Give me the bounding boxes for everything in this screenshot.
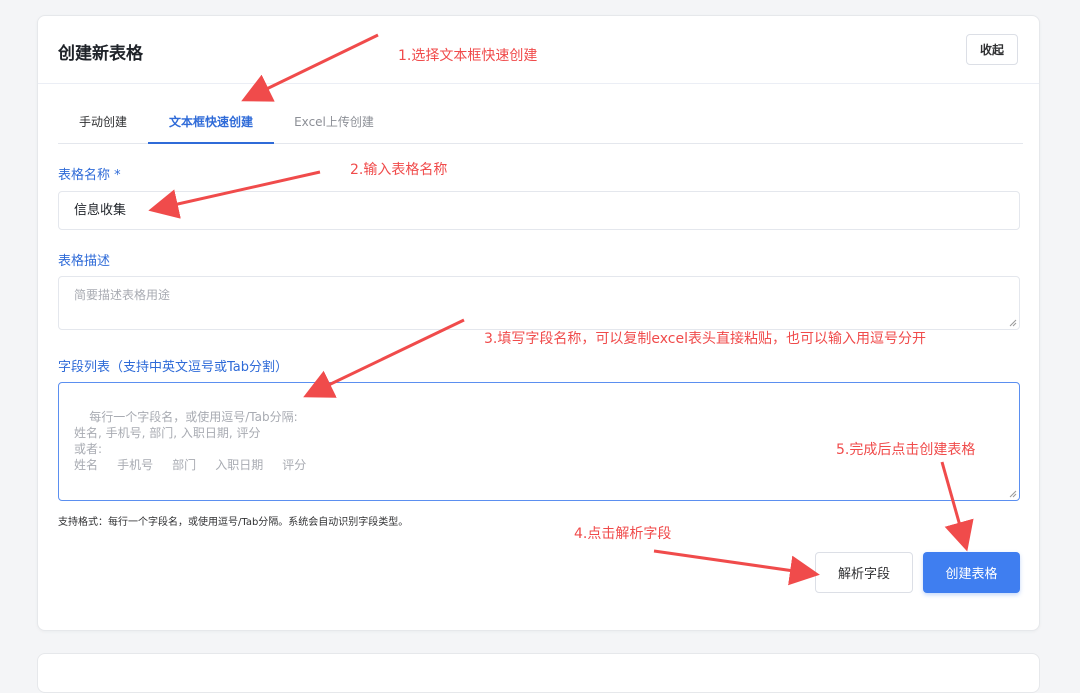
- annotation-step-2: 2.输入表格名称: [350, 162, 448, 178]
- table-description-textarea[interactable]: 简要描述表格用途: [58, 276, 1020, 330]
- resize-handle-icon[interactable]: [1009, 490, 1017, 498]
- create-table-card: 创建新表格 收起 手动创建 文本框快速创建 Excel上传创建 表格名称 * 信…: [37, 15, 1040, 631]
- resize-handle-icon[interactable]: [1009, 319, 1017, 327]
- annotation-step-4: 4.点击解析字段: [574, 526, 672, 542]
- annotation-step-1: 1.选择文本框快速创建: [398, 48, 538, 64]
- field-list-label: 字段列表（支持中英文逗号或Tab分割）: [58, 360, 289, 375]
- header-divider: [38, 83, 1039, 84]
- create-mode-tabs: 手动创建 文本框快速创建 Excel上传创建: [58, 102, 1023, 144]
- collapse-button[interactable]: 收起: [966, 34, 1018, 65]
- annotation-step-5: 5.完成后点击创建表格: [836, 442, 976, 458]
- tab-textbox[interactable]: 文本框快速创建: [148, 102, 274, 143]
- page-title: 创建新表格: [58, 44, 143, 64]
- field-list-placeholder: 每行一个字段名，或使用逗号/Tab分隔: 姓名, 手机号, 部门, 入职日期, …: [74, 410, 307, 472]
- secondary-card: [37, 653, 1040, 693]
- table-name-input[interactable]: 信息收集: [58, 191, 1020, 230]
- tab-manual[interactable]: 手动创建: [58, 102, 148, 143]
- description-placeholder: 简要描述表格用途: [74, 288, 171, 302]
- tab-excel-upload[interactable]: Excel上传创建: [274, 102, 394, 143]
- table-name-label: 表格名称 *: [58, 168, 121, 183]
- active-tab-indicator: [148, 142, 274, 144]
- format-hint: 支持格式：每行一个字段名，或使用逗号/Tab分隔。系统会自动识别字段类型。: [58, 517, 409, 528]
- create-table-button[interactable]: 创建表格: [923, 552, 1020, 593]
- annotation-step-3: 3.填写字段名称，可以复制excel表头直接粘贴，也可以输入用逗号分开: [484, 331, 926, 347]
- table-description-label: 表格描述: [58, 254, 111, 269]
- parse-fields-button[interactable]: 解析字段: [815, 552, 913, 593]
